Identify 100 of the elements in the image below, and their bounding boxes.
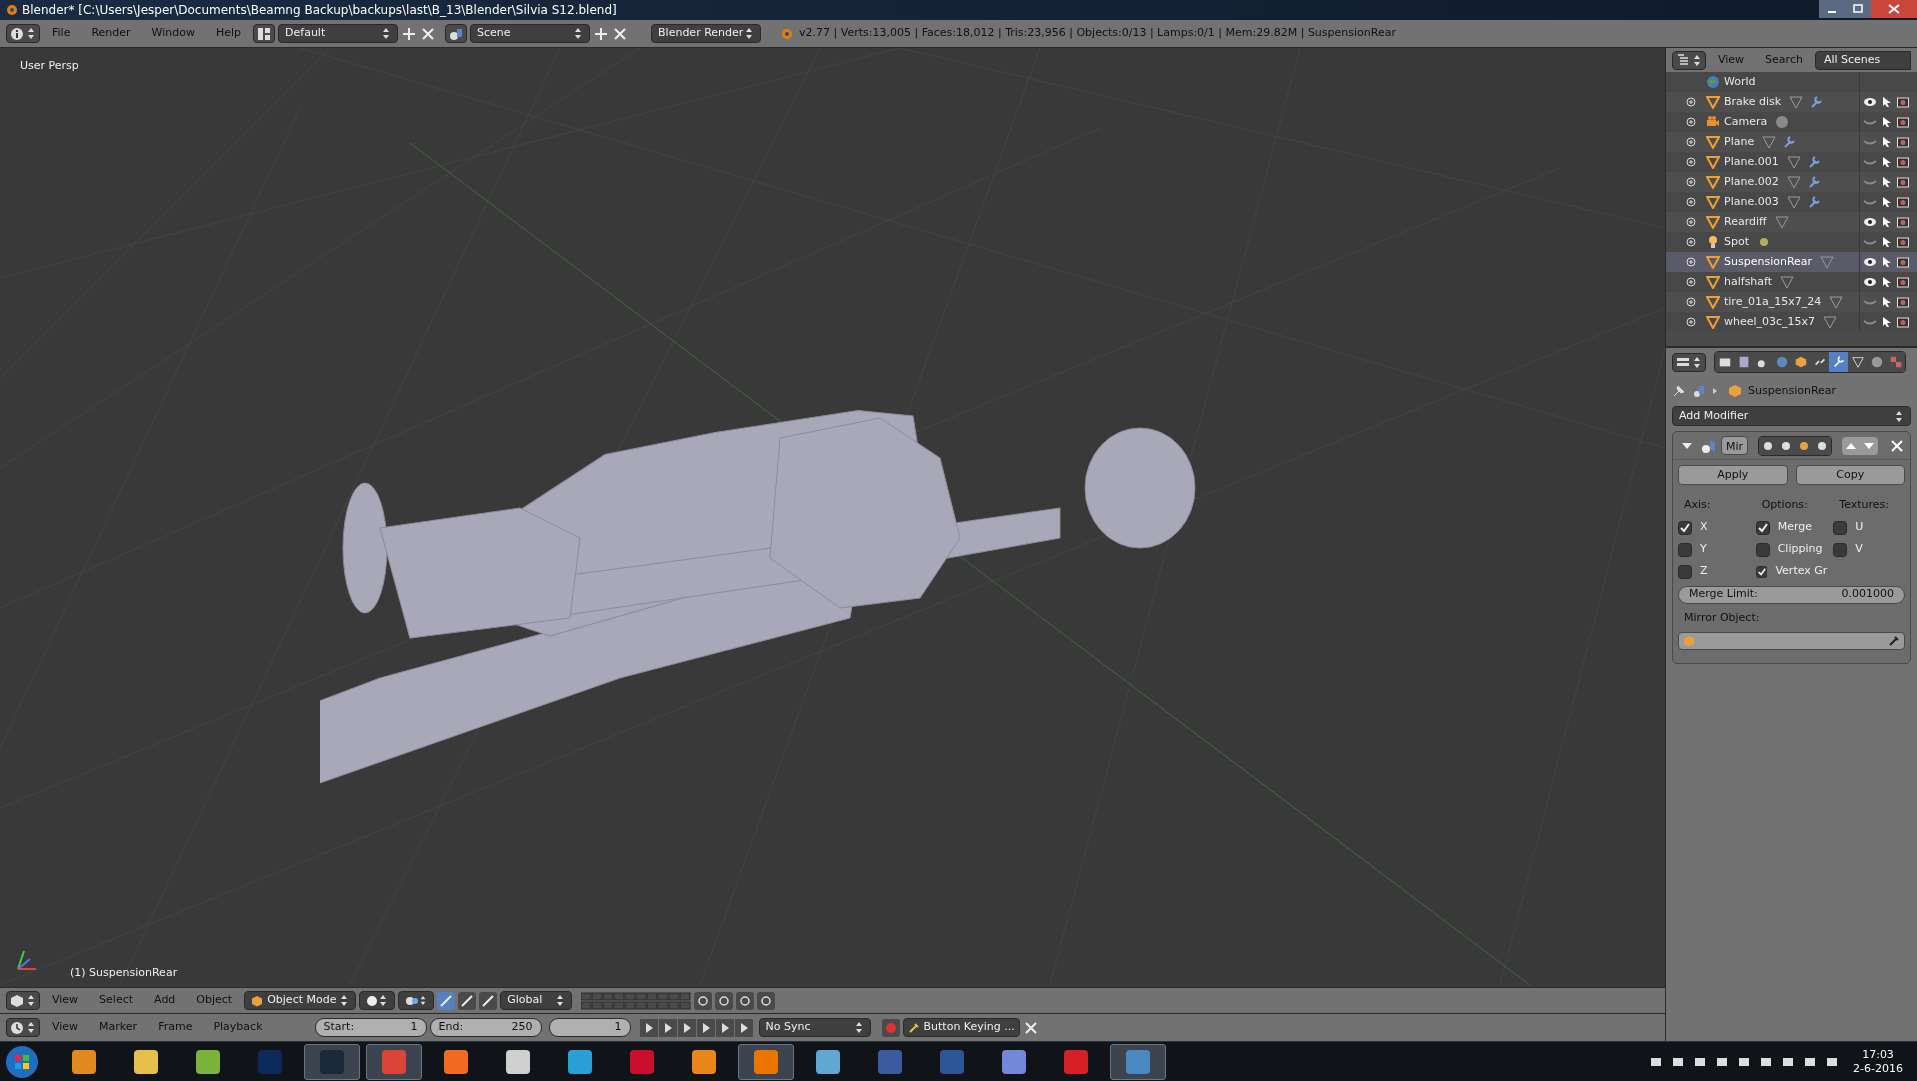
outliner-row[interactable]: tire_01a_15x7_24 bbox=[1666, 292, 1917, 312]
render-engine-dropdown[interactable]: Blender Render bbox=[651, 24, 762, 43]
menu-item[interactable]: Window bbox=[142, 25, 204, 42]
cursor-icon[interactable] bbox=[1882, 156, 1892, 168]
expand-icon[interactable] bbox=[1686, 97, 1696, 107]
mesh-data-icon[interactable] bbox=[1786, 195, 1801, 209]
expand-icon[interactable] bbox=[1686, 257, 1696, 267]
editor-type-button[interactable] bbox=[1672, 352, 1706, 372]
outliner-item-name[interactable]: Camera bbox=[1724, 113, 1768, 131]
outliner-row[interactable]: Reardiff bbox=[1666, 212, 1917, 232]
cursor-icon[interactable] bbox=[1882, 236, 1892, 248]
mirror-object-field[interactable] bbox=[1678, 632, 1905, 650]
checkbox[interactable] bbox=[1833, 520, 1848, 535]
cursor-icon[interactable] bbox=[1882, 96, 1892, 108]
cursor-icon[interactable] bbox=[1882, 136, 1892, 148]
checkbox[interactable] bbox=[1678, 542, 1692, 557]
properties-tab[interactable] bbox=[1810, 352, 1829, 372]
add-modifier-dropdown[interactable]: Add Modifier bbox=[1672, 406, 1911, 426]
display-mode-dropdown[interactable]: All Scenes bbox=[1814, 50, 1911, 70]
editor-type-button[interactable] bbox=[6, 1018, 40, 1037]
menu-item[interactable]: View bbox=[43, 992, 88, 1009]
cursor-icon[interactable] bbox=[1882, 296, 1892, 308]
expand-icon[interactable] bbox=[1686, 317, 1696, 327]
outliner-item-name[interactable]: Plane.002 bbox=[1724, 173, 1779, 191]
outliner-item-name[interactable]: Brake disk bbox=[1724, 93, 1782, 111]
checkbox[interactable] bbox=[1833, 542, 1848, 557]
mesh-data-icon[interactable] bbox=[1789, 95, 1804, 109]
menu-item[interactable]: Help bbox=[206, 25, 251, 42]
close-icon[interactable] bbox=[420, 25, 437, 42]
outliner-item-name[interactable]: Plane bbox=[1724, 133, 1755, 151]
outliner-item-name[interactable]: SuspensionRear bbox=[1724, 253, 1813, 271]
mesh-data-icon[interactable] bbox=[1786, 175, 1801, 189]
outliner-item-name[interactable]: Spot bbox=[1724, 233, 1749, 251]
checkbox[interactable] bbox=[1755, 520, 1770, 535]
outliner-item-name[interactable]: wheel_03c_15x7 bbox=[1724, 313, 1816, 331]
menu-item[interactable]: Playback bbox=[204, 1019, 272, 1036]
checkbox-option[interactable]: X bbox=[1678, 519, 1750, 536]
mesh-data-icon[interactable] bbox=[1762, 135, 1777, 149]
expand-icon[interactable] bbox=[1686, 177, 1696, 187]
mesh-data-icon[interactable] bbox=[1829, 295, 1844, 309]
sync-dropdown[interactable]: No Sync bbox=[758, 1018, 871, 1037]
add-icon[interactable] bbox=[401, 25, 418, 42]
shading-dropdown[interactable] bbox=[359, 991, 396, 1010]
wrench-icon[interactable] bbox=[1809, 95, 1824, 109]
expand-icon[interactable] bbox=[1686, 217, 1696, 227]
editor-type-button[interactable] bbox=[6, 991, 40, 1010]
start-frame-field[interactable]: Start: 1 bbox=[314, 1018, 427, 1037]
mode-dropdown[interactable]: Object Mode bbox=[244, 991, 357, 1010]
cursor-icon[interactable] bbox=[1882, 196, 1892, 208]
keying-set-field[interactable]: Button Keying ... bbox=[902, 1018, 1020, 1037]
current-frame-field[interactable]: 1 bbox=[548, 1018, 631, 1037]
cursor-icon[interactable] bbox=[1882, 176, 1892, 188]
orientation-dropdown[interactable]: Global bbox=[500, 991, 573, 1010]
translate-tool-icon[interactable] bbox=[437, 991, 456, 1010]
menu-item[interactable]: Object bbox=[187, 992, 242, 1009]
menu-item[interactable]: Search bbox=[1756, 51, 1812, 69]
closed-eye-icon[interactable] bbox=[1863, 317, 1877, 327]
expand-icon[interactable] bbox=[1686, 197, 1696, 207]
editor-type-button[interactable] bbox=[6, 24, 40, 43]
close-icon[interactable] bbox=[1022, 1019, 1039, 1036]
layer-grid-icon[interactable] bbox=[581, 991, 692, 1010]
restore-icon[interactable] bbox=[1845, 0, 1871, 18]
collapse-icon[interactable] bbox=[1681, 440, 1693, 451]
eyedropper-icon[interactable] bbox=[1888, 635, 1900, 647]
rotate-tool-icon[interactable] bbox=[458, 991, 477, 1010]
outliner-item-name[interactable]: halfshaft bbox=[1724, 273, 1773, 291]
move-arrows-icon[interactable] bbox=[1842, 436, 1879, 455]
mesh-data-icon[interactable] bbox=[1780, 275, 1795, 289]
menu-item[interactable]: Render bbox=[82, 25, 140, 42]
mesh-data-icon[interactable] bbox=[1823, 315, 1838, 329]
expand-icon[interactable] bbox=[1686, 297, 1696, 307]
merge-limit-field[interactable]: Merge Limit: 0.001000 bbox=[1678, 585, 1905, 604]
taskbar-button[interactable] bbox=[1110, 1043, 1166, 1080]
menu-item[interactable]: View bbox=[43, 1019, 88, 1036]
menu-item[interactable]: Marker bbox=[90, 1019, 147, 1036]
expand-icon[interactable] bbox=[1686, 237, 1696, 247]
outliner-item-name[interactable]: Reardiff bbox=[1724, 213, 1767, 231]
checkbox[interactable] bbox=[1678, 564, 1692, 579]
outliner-row[interactable]: Brake disk bbox=[1666, 92, 1917, 112]
copy-button[interactable]: Copy bbox=[1795, 465, 1905, 485]
outliner-item-name[interactable]: tire_01a_15x7_24 bbox=[1724, 293, 1822, 311]
screen-layout-field[interactable]: Default bbox=[278, 24, 399, 43]
outliner-item-name[interactable]: World bbox=[1724, 73, 1756, 91]
checkbox-option[interactable]: V bbox=[1833, 541, 1905, 558]
playback-controls-icon[interactable] bbox=[639, 1018, 756, 1037]
closed-eye-icon[interactable] bbox=[1863, 117, 1877, 127]
pivot-dropdown[interactable] bbox=[398, 991, 435, 1010]
add-icon[interactable] bbox=[593, 25, 610, 42]
scale-tool-icon[interactable] bbox=[479, 991, 498, 1010]
editor-type-button[interactable] bbox=[1672, 50, 1706, 70]
menu-item[interactable]: File bbox=[43, 25, 80, 42]
menu-item[interactable]: Add bbox=[145, 992, 185, 1009]
scene-button[interactable] bbox=[445, 24, 468, 43]
start-button-icon[interactable] bbox=[4, 1043, 40, 1080]
closed-eye-icon[interactable] bbox=[1863, 157, 1877, 167]
scene-field[interactable]: Scene bbox=[470, 24, 591, 43]
outliner-item-name[interactable]: Plane.003 bbox=[1724, 193, 1779, 211]
closed-eye-icon[interactable] bbox=[1863, 197, 1877, 207]
checkbox-option[interactable]: Z bbox=[1678, 563, 1750, 580]
expand-icon[interactable] bbox=[1686, 137, 1696, 147]
